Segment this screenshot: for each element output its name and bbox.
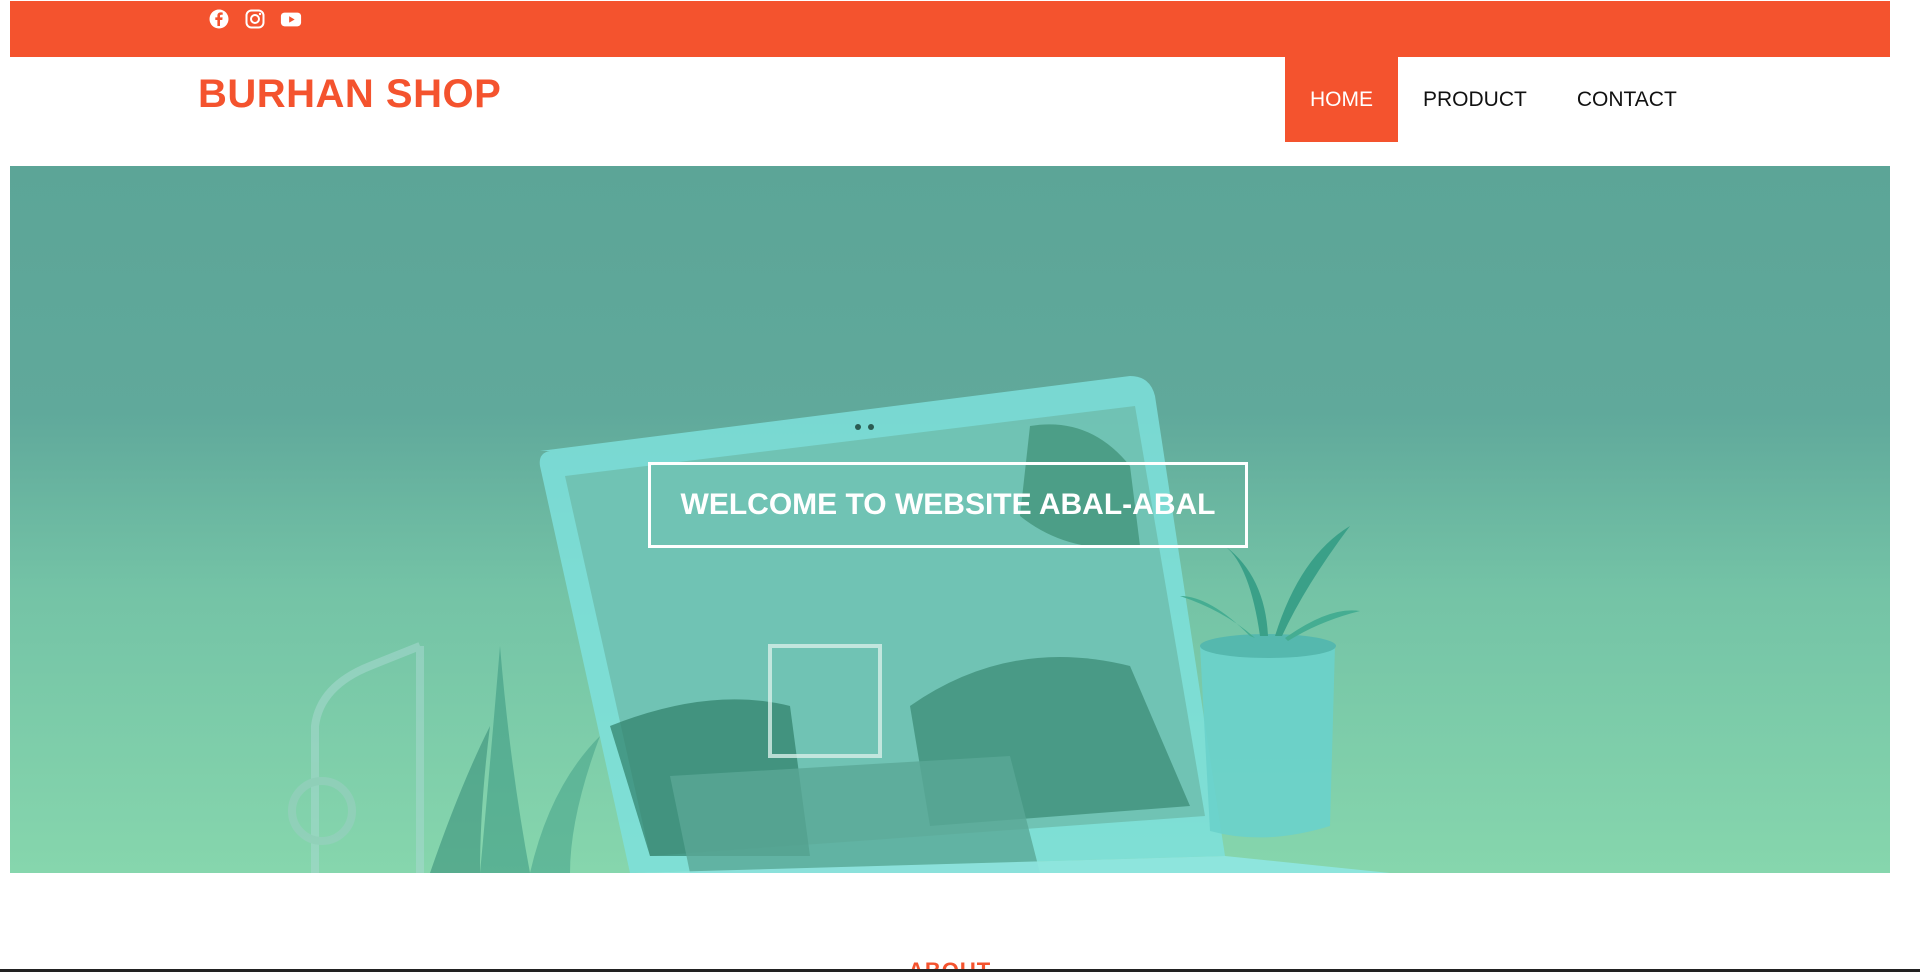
facebook-icon[interactable] bbox=[208, 8, 230, 30]
page: BURHAN SHOP HOME PRODUCT CONTACT WELCOME… bbox=[0, 0, 1920, 972]
site-header: BURHAN SHOP HOME PRODUCT CONTACT bbox=[10, 57, 1890, 165]
instagram-icon[interactable] bbox=[244, 8, 266, 30]
decor-stand bbox=[288, 642, 424, 873]
hero-banner: WELCOME TO WEBSITE ABAL-ABAL bbox=[10, 166, 1890, 873]
nav-item-product[interactable]: PRODUCT bbox=[1398, 57, 1552, 142]
youtube-icon[interactable] bbox=[280, 8, 302, 30]
site-logo[interactable]: BURHAN SHOP bbox=[198, 72, 501, 117]
plant-left bbox=[430, 646, 600, 873]
social-links bbox=[208, 8, 302, 30]
main-nav: HOME PRODUCT CONTACT bbox=[1285, 57, 1702, 142]
nav-item-home[interactable]: HOME bbox=[1285, 57, 1398, 142]
hero-title: WELCOME TO WEBSITE ABAL-ABAL bbox=[648, 462, 1248, 548]
top-bar bbox=[10, 1, 1890, 57]
nav-item-contact[interactable]: CONTACT bbox=[1552, 57, 1702, 142]
